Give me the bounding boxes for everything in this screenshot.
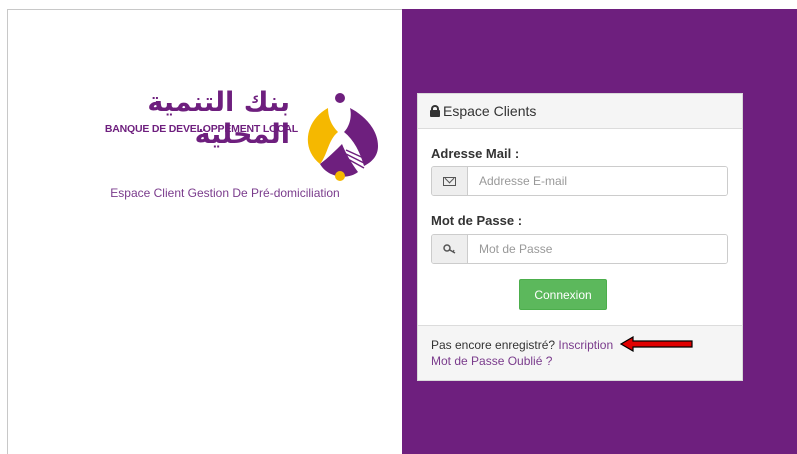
connexion-button[interactable]: Connexion xyxy=(519,279,607,310)
login-card: Espace Clients Adresse Mail : Mot de Pas… xyxy=(417,93,743,381)
login-card-footer: Pas encore enregistré? Inscription Mot d… xyxy=(418,325,742,380)
password-addon xyxy=(432,235,468,263)
login-card-header: Espace Clients xyxy=(418,94,742,129)
email-label: Adresse Mail : xyxy=(431,146,520,161)
password-input-group xyxy=(431,234,728,264)
forgot-password-link[interactable]: Mot de Passe Oublié ? xyxy=(431,354,552,368)
register-link[interactable]: Inscription xyxy=(558,338,613,352)
logo-french-name: BANQUE DE DEVELOPPEMENT LOCAL xyxy=(104,123,298,135)
logo-emblem-icon xyxy=(307,93,378,181)
envelope-icon xyxy=(443,176,456,186)
register-prompt: Pas encore enregistré? xyxy=(431,338,556,352)
email-input[interactable] xyxy=(468,167,727,195)
lock-icon xyxy=(430,105,440,117)
key-icon xyxy=(442,244,455,254)
email-input-group xyxy=(431,166,728,196)
bank-logo: بنك التنمية المحلية BANQUE DE DEVELOPPEM… xyxy=(60,85,390,185)
password-input[interactable] xyxy=(468,235,727,263)
tagline: Espace Client Gestion De Pré-domiciliati… xyxy=(110,186,340,200)
email-addon xyxy=(432,167,468,195)
login-card-title: Espace Clients xyxy=(443,103,537,119)
logo-arabic-name: بنك التنمية المحلية xyxy=(147,87,290,150)
password-label: Mot de Passe : xyxy=(431,213,523,228)
red-arrow-icon xyxy=(620,336,693,352)
